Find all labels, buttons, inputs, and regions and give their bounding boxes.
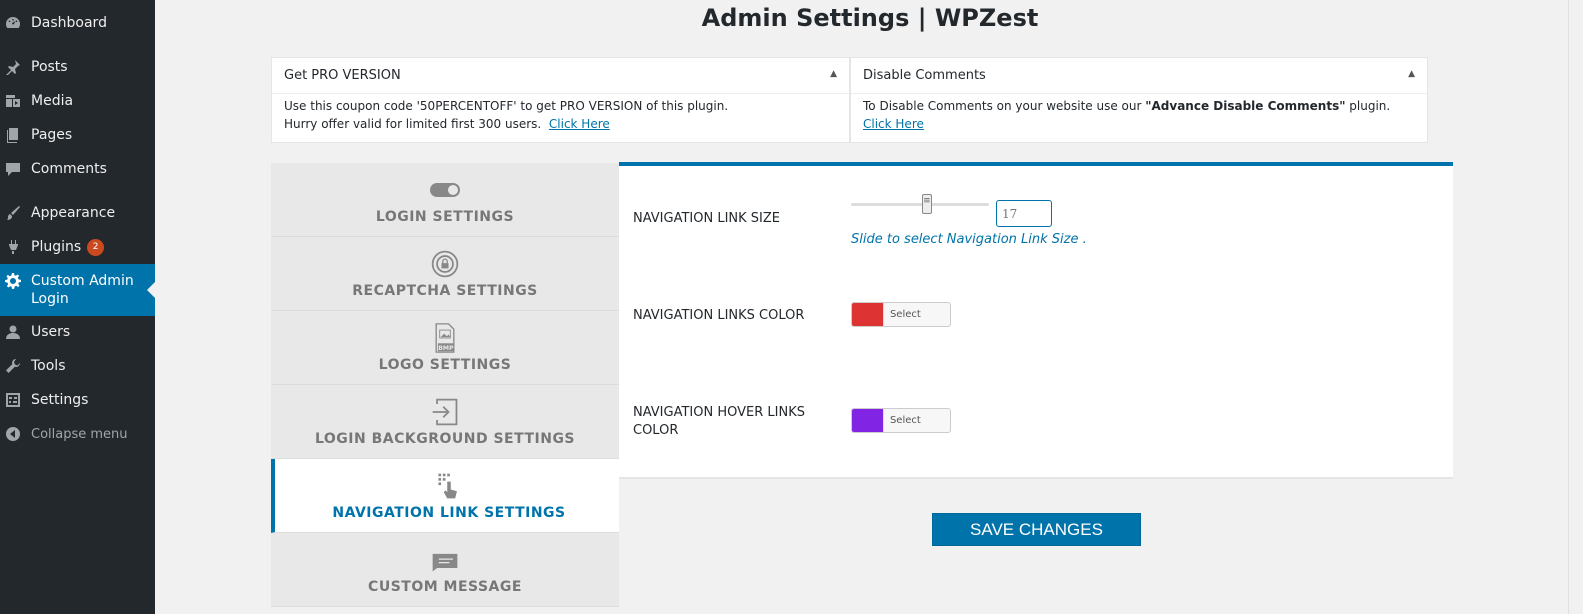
coupon-code: 50PERCENTOFF [419,99,514,113]
pro-version-body: Use this coupon code '50PERCENTOFF' to g… [272,94,849,136]
sidebar-item-label: Media [31,93,74,109]
sidebar-item-label: Tools [31,358,66,374]
sidebar-item-label: Settings [31,392,89,408]
sign-in-icon [271,397,619,431]
link-size-input[interactable] [996,200,1052,227]
pro-version-title: Get PRO VERSION [284,68,401,83]
select-color-label: Select Color [882,409,950,432]
sidebar-item-plugins[interactable]: Plugins 2 [0,230,155,264]
gear-icon [4,272,22,290]
comment-icon [4,160,22,178]
offer-text: Hurry offer valid for limited first 300 … [284,117,542,131]
pin-icon [4,58,22,76]
sidebar-collapse-button[interactable]: Collapse menu [0,417,155,451]
disable-comments-box: Disable Comments ▲ To Disable Comments o… [850,57,1428,143]
sidebar-item-label: Appearance [31,205,116,221]
tab-login-settings[interactable]: LOGIN SETTINGS [271,163,619,237]
tab-label: LOGO SETTINGS [378,357,512,373]
tab-recaptcha-settings[interactable]: RECAPTCHA SETTINGS [271,237,619,311]
media-icon [4,92,22,110]
sidebar-item-label: Collapse menu [31,426,128,442]
admin-sidebar: Dashboard Posts Media Pages Comments App… [0,0,155,614]
page-title: Admin Settings | WPZest [701,4,1039,32]
user-icon [4,323,22,341]
collapse-arrow-icon[interactable]: ▲ [830,69,837,79]
hover-color-picker-button[interactable]: Select Color [851,408,951,433]
sidebar-item-appearance[interactable]: Appearance [0,196,155,230]
tab-logo-settings[interactable]: BMP LOGO SETTINGS [271,311,619,385]
bmp-file-icon: BMP [271,323,619,357]
select-color-label: Select Color [882,303,950,326]
pages-icon [4,126,22,144]
sidebar-item-label: Custom Admin Login [31,273,134,307]
save-changes-button[interactable]: SAVE CHANGES [932,513,1141,546]
hover-links-color-label: NAVIGATION HOVER LINKS COLOR [633,404,805,440]
brush-icon [4,204,22,222]
hover-color-swatch [852,409,883,432]
link-size-slider[interactable] [851,203,989,206]
tab-navigation-link-settings[interactable]: NAVIGATION LINK SETTINGS [271,459,619,533]
tab-custom-message[interactable]: CUSTOM MESSAGE [271,533,619,607]
disable-text: plugin. [1345,99,1391,113]
sidebar-item-custom-admin-login[interactable]: Custom Admin Login [0,264,155,316]
sidebar-item-settings[interactable]: Settings [0,383,155,417]
sidebar-item-media[interactable]: Media [0,84,155,118]
coupon-text: of this plugin. [642,99,729,113]
tab-label: LOGIN SETTINGS [375,209,515,225]
sidebar-item-label: Posts [31,59,68,75]
sidebar-item-dashboard[interactable]: Dashboard [0,6,155,40]
plugin-icon [4,238,22,256]
disable-click-here-link[interactable]: Click Here [863,117,924,131]
disable-comments-header[interactable]: Disable Comments ▲ [851,58,1427,94]
tab-label: NAVIGATION LINK SETTINGS [332,505,566,521]
sidebar-item-label: Users [31,324,71,340]
message-icon [271,545,619,579]
navigation-link-settings-panel: NAVIGATION LINK SIZE Slide to select Nav… [619,162,1453,479]
lock-circle-icon [271,249,619,283]
pro-version-header[interactable]: Get PRO VERSION ▲ [272,58,849,94]
pro-version-box: Get PRO VERSION ▲ Use this coupon code '… [271,57,850,143]
sidebar-item-label: Comments [31,161,107,177]
tab-label: LOGIN BACKGROUND SETTINGS [314,431,576,447]
disable-comments-body: To Disable Comments on your website use … [851,94,1427,136]
settings-sliders-icon [4,391,22,409]
links-color-picker-button[interactable]: Select Color [851,302,951,327]
collapse-arrow-icon[interactable]: ▲ [1408,69,1415,79]
sidebar-item-label: Plugins [31,239,82,255]
plugin-name: "Advance Disable Comments" [1145,99,1346,113]
touch-grid-icon [275,471,623,505]
sidebar-item-comments[interactable]: Comments [0,152,155,186]
hover-label-line: NAVIGATION HOVER LINKS [633,405,805,420]
collapse-icon [4,425,22,443]
link-size-slider-handle[interactable] [921,194,932,214]
disable-text: To Disable Comments on your website use … [863,99,1146,113]
link-size-label: NAVIGATION LINK SIZE [633,211,780,226]
pro-click-here-link[interactable]: Click Here [549,117,610,131]
toggle-icon [271,175,619,209]
links-color-swatch [852,303,883,326]
settings-tabs: LOGIN SETTINGS RECAPTCHA SETTINGS BMP LO… [271,163,619,614]
bmp-label: BMP [438,345,454,352]
link-size-hint: Slide to select Navigation Link Size . [851,232,1087,247]
tab-label: CUSTOM MESSAGE [368,579,522,595]
sidebar-item-tools[interactable]: Tools [0,349,155,383]
update-count-badge: 2 [87,238,105,256]
wrench-icon [4,357,22,375]
page-scrollbar[interactable] [1568,0,1583,614]
tab-login-background-settings[interactable]: LOGIN BACKGROUND SETTINGS [271,385,619,459]
coupon-text: Use this coupon code ' [284,99,420,113]
sidebar-item-label: Pages [31,127,73,143]
sidebar-item-users[interactable]: Users [0,315,155,349]
coupon-text: ' to get [513,99,560,113]
disable-comments-title: Disable Comments [863,68,986,83]
tab-label: RECAPTCHA SETTINGS [352,283,538,299]
sidebar-item-pages[interactable]: Pages [0,118,155,152]
dashboard-icon [4,14,22,32]
sidebar-item-posts[interactable]: Posts [0,50,155,84]
hover-label-line: COLOR [633,423,679,438]
sidebar-item-label: Dashboard [31,15,107,31]
pro-version-text: PRO VERSION [559,99,643,113]
links-color-label: NAVIGATION LINKS COLOR [633,308,805,323]
